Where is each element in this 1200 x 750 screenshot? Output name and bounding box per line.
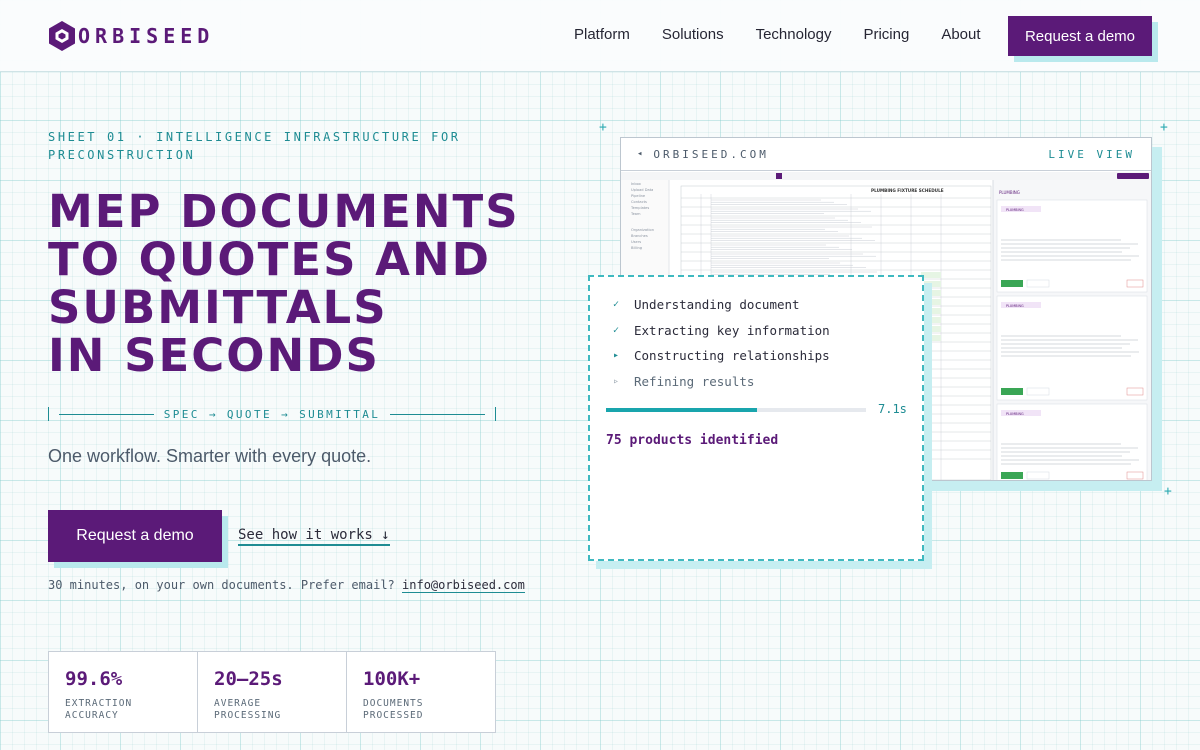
preview-url: ◂ ORBISEED.COM: [637, 148, 769, 161]
sidebar-item-label: Billing: [631, 246, 642, 250]
stat-value: 100K+: [363, 668, 421, 690]
panel-badge: PLUMBING: [1006, 208, 1024, 212]
progress-step-label: Constructing relationships: [634, 348, 830, 363]
panel-badge: PLUMBING: [1006, 412, 1024, 416]
progress-time: 7.1s: [878, 402, 907, 416]
progress-step-label: Extracting key information: [634, 323, 830, 338]
workflow-line: SPEC → QUOTE → SUBMITTAL: [48, 404, 497, 424]
checkmark-icon: ✓: [612, 325, 620, 336]
nav-technology[interactable]: Technology: [756, 26, 832, 43]
note-text: 30 minutes, on your own documents. Prefe…: [48, 578, 395, 592]
stat-label: AVERAGE PROCESSING: [214, 698, 282, 721]
progress-step-label: Refining results: [634, 374, 755, 389]
nav-platform[interactable]: Platform: [574, 26, 630, 43]
stat-documents: 100K+ DOCUMENTS PROCESSED: [347, 652, 495, 732]
hero-request-demo-button[interactable]: Request a demo: [48, 510, 222, 562]
headline-line: SUBMITTALS: [48, 281, 388, 334]
sidebar-item-label: Templates: [630, 206, 649, 210]
nav-pricing[interactable]: Pricing: [863, 26, 909, 43]
crosshair-icon: +: [1160, 120, 1168, 135]
schedule-title: PLUMBING FIXTURE SCHEDULE: [871, 188, 944, 193]
headline-line: MEP DOCUMENTS: [48, 185, 520, 238]
sidebar-item-label: Upload Data: [631, 188, 653, 192]
crosshair-icon: +: [599, 120, 607, 135]
sidebar-item-label: Users: [631, 240, 641, 244]
nav-solutions[interactable]: Solutions: [662, 26, 724, 43]
headline-line: IN SECONDS: [48, 329, 380, 382]
headline-line: TO QUOTES AND: [48, 233, 492, 286]
hexagon-logo-icon: [49, 21, 75, 51]
play-arrow-icon: ▹: [612, 376, 620, 387]
globe-icon: ◂: [637, 149, 646, 159]
rule: [59, 413, 154, 415]
stat-label: EXTRACTION ACCURACY: [65, 698, 133, 721]
stats-panel: 99.6% EXTRACTION ACCURACY 20–25s AVERAGE…: [48, 651, 496, 733]
hero-eyebrow: SHEET 01 · INTELLIGENCE INFRASTRUCTURE F…: [48, 130, 461, 162]
live-view-badge: LIVE VIEW: [1048, 147, 1135, 161]
checkmark-icon: ✓: [612, 299, 620, 310]
rule-tick: [48, 407, 49, 421]
progress-step-label: Understanding document: [634, 297, 800, 312]
sidebar-item-label: Branches: [631, 234, 648, 238]
see-how-it-works-link[interactable]: See how it works ↓: [238, 527, 390, 546]
processing-progress-card: ✓ Understanding document ✓ Extracting ke…: [588, 275, 924, 561]
rule-tick: [495, 407, 497, 421]
progress-step-extracting: ✓ Extracting key information: [610, 323, 830, 338]
hero-note: 30 minutes, on your own documents. Prefe…: [48, 578, 525, 593]
sidebar-item-label: Organization: [631, 228, 654, 232]
site-header: ORBISEED Platform Solutions Technology P…: [0, 0, 1200, 72]
preview-window-bar: ◂ ORBISEED.COM LIVE VIEW: [621, 138, 1151, 171]
rule: [390, 413, 486, 415]
stat-accuracy: 99.6% EXTRACTION ACCURACY: [49, 652, 198, 732]
progress-step-understanding: ✓ Understanding document: [610, 297, 800, 312]
hero-subhead: One workflow. Smarter with every quote.: [48, 446, 372, 466]
brand-logo[interactable]: ORBISEED: [48, 20, 214, 52]
panel-title: PLUMBING: [999, 190, 1020, 195]
brand-name: ORBISEED: [78, 24, 215, 48]
workflow-label: SPEC → QUOTE → SUBMITTAL: [163, 407, 381, 421]
hero-headline: MEP DOCUMENTS TO QUOTES AND SUBMITTALS I…: [48, 188, 608, 380]
sidebar-item-label: Inbox: [631, 182, 642, 186]
email-link[interactable]: info@orbiseed.com: [402, 578, 525, 593]
stat-value: 99.6%: [65, 668, 123, 690]
crosshair-icon: +: [1164, 484, 1172, 499]
header-request-demo-button[interactable]: Request a demo: [1008, 16, 1152, 56]
products-identified-count: 75 products identified: [606, 433, 779, 448]
main-nav: Platform Solutions Technology Pricing Ab…: [574, 26, 1013, 43]
stat-label: DOCUMENTS PROCESSED: [363, 698, 424, 721]
sidebar-item-label: Pipeline: [631, 194, 646, 198]
preview-url-text: ORBISEED.COM: [653, 147, 769, 161]
progress-step-constructing: ▸ Constructing relationships: [610, 348, 830, 363]
stat-value: 20–25s: [214, 668, 283, 690]
panel-badge: PLUMBING: [1006, 304, 1024, 308]
play-arrow-icon: ▸: [612, 350, 620, 361]
sidebar-item-label: Team: [630, 212, 641, 216]
progress-bar-fill: [606, 408, 757, 412]
progress-step-refining: ▹ Refining results: [610, 374, 754, 389]
sidebar-item-label: Contacts: [631, 200, 647, 204]
stat-processing: 20–25s AVERAGE PROCESSING: [198, 652, 347, 732]
progress-bar: [606, 408, 866, 412]
nav-about[interactable]: About: [941, 26, 980, 43]
